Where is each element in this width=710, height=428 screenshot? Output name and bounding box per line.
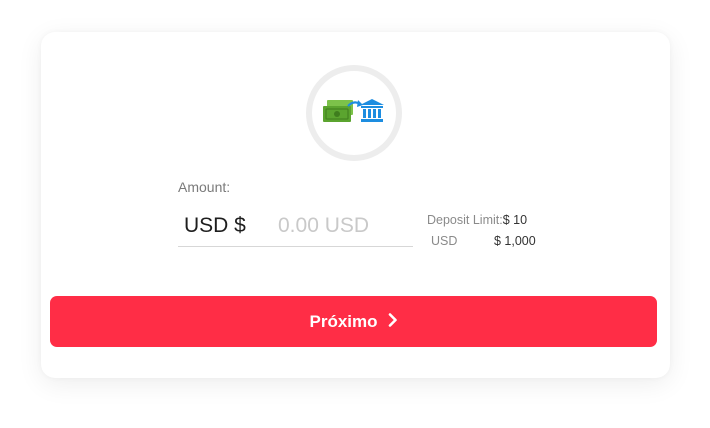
deposit-limit-row: Deposit Limit:$ 10 [427,213,527,227]
deposit-limit-min: $ 10 [502,213,528,227]
deposit-method-badge [306,65,402,161]
chevron-right-icon [388,312,398,332]
next-button[interactable]: Próximo [50,296,657,347]
amount-input[interactable] [278,212,408,240]
amount-field: USD $ [178,206,413,247]
next-button-label: Próximo [309,311,378,331]
amount-label: Amount: [178,179,231,195]
deposit-card: Amount: USD $ Deposit Limit:$ 10 USD $ 1… [41,32,670,378]
deposit-limit-max: $ 1,000 [494,234,536,248]
cash-to-bank-icon [323,99,384,122]
currency-prefix: USD $ [184,214,246,237]
deposit-limit-caption: Deposit Limit: [427,213,503,227]
deposit-limit-currency: USD [431,234,458,248]
